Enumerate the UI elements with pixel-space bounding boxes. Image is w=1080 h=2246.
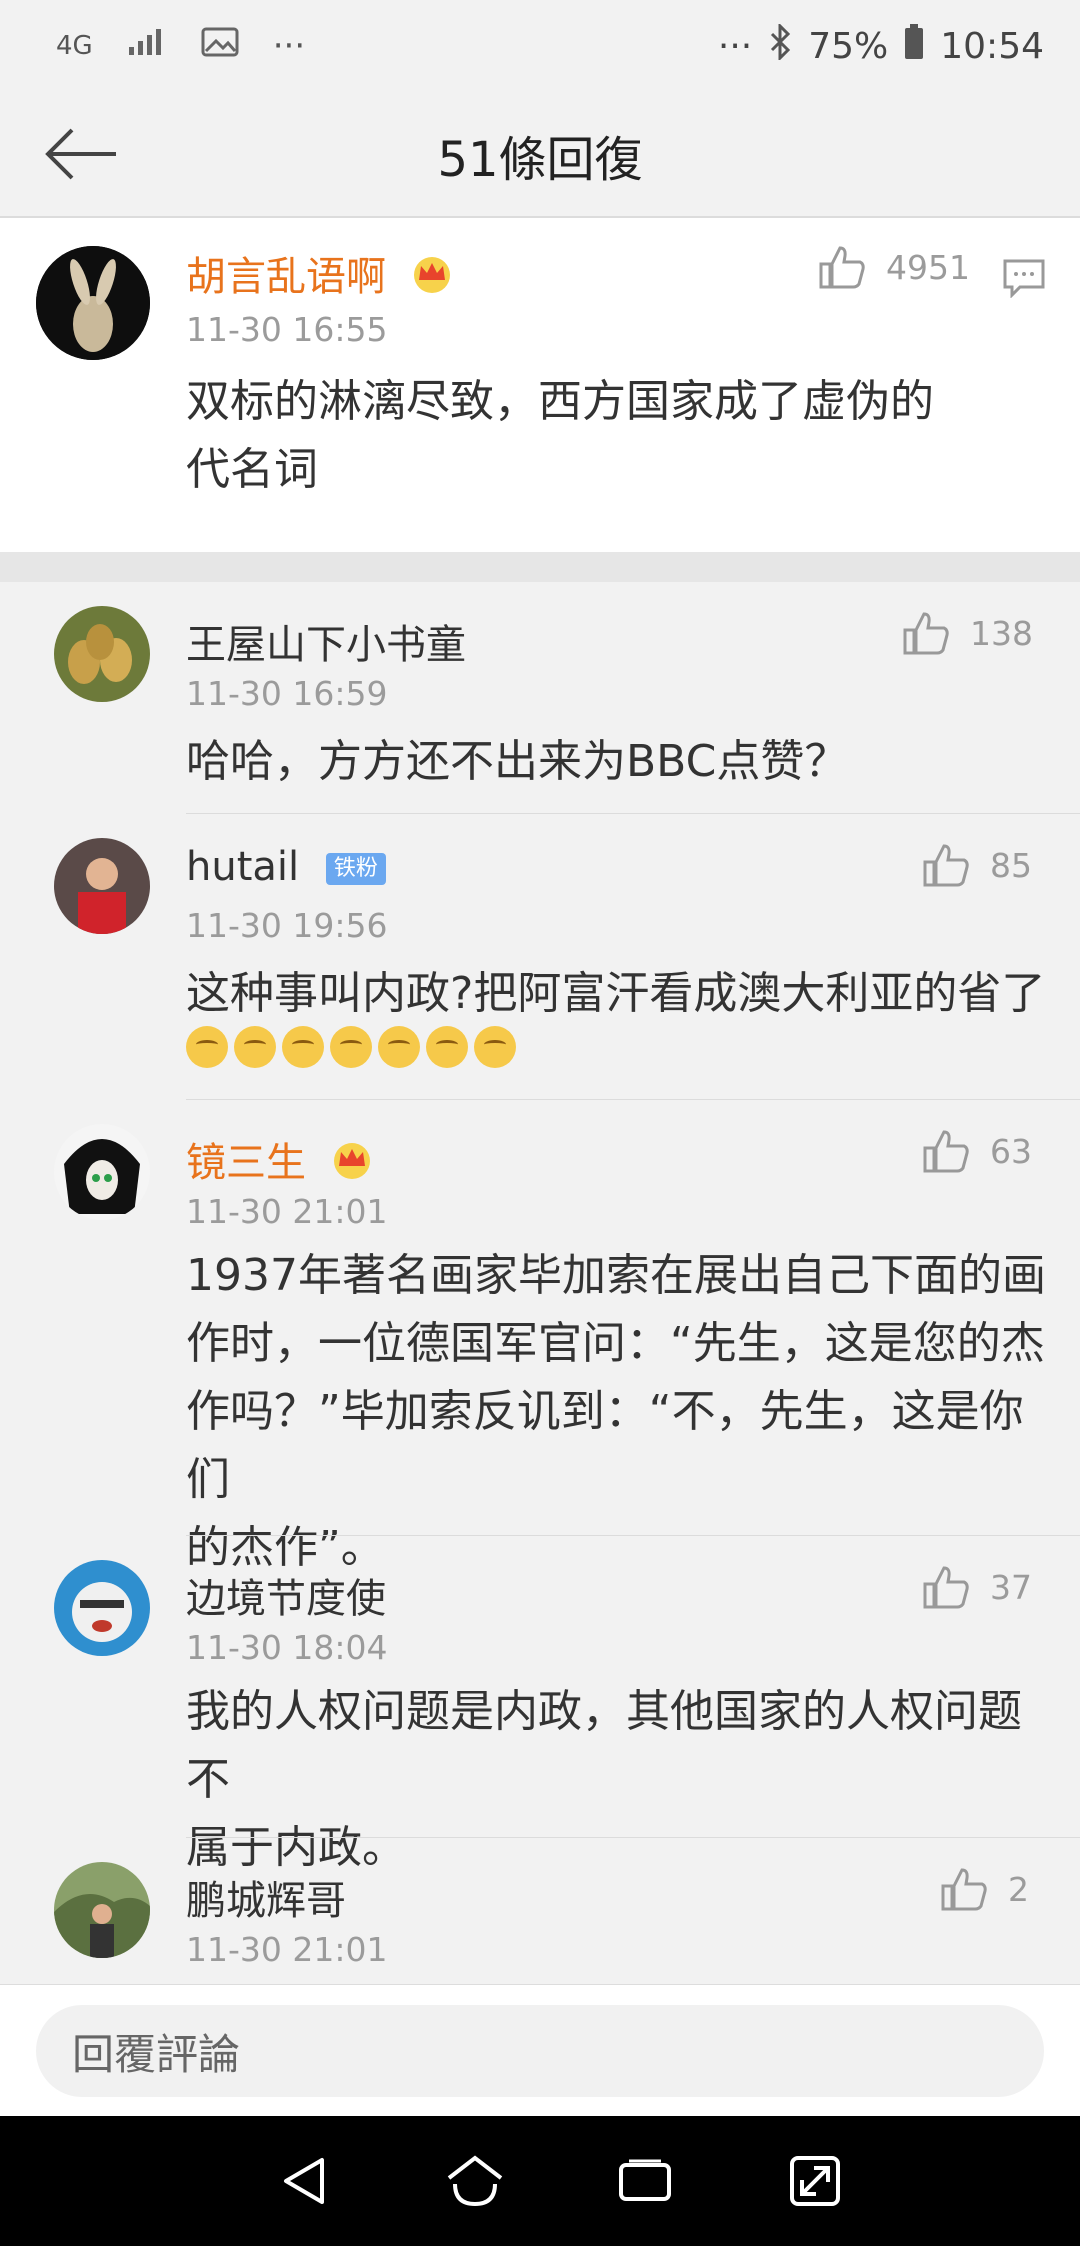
page-title: 51條回復: [437, 132, 643, 188]
comment-icon: [1003, 259, 1045, 299]
reply-time: 11-30 21:01: [186, 1192, 388, 1231]
shush-emoji-icon: [234, 1026, 276, 1068]
reply-bar: 回覆評論: [0, 1984, 1080, 2116]
like-button[interactable]: 63: [922, 1128, 1032, 1174]
system-nav-bar: [0, 2116, 1080, 2246]
like-count: 138: [970, 613, 1033, 653]
comment-button[interactable]: [1002, 258, 1046, 302]
reply-time: 11-30 19:56: [186, 906, 388, 945]
nav-back-button[interactable]: [260, 2136, 350, 2226]
clock: 10:54: [940, 25, 1044, 67]
like-button[interactable]: 37: [922, 1564, 1032, 1610]
reply-time: 11-30 16:59: [186, 674, 388, 713]
like-button[interactable]: 85: [922, 842, 1032, 888]
nav-home-button[interactable]: [430, 2136, 520, 2226]
post-time: 11-30 16:55: [186, 310, 388, 349]
thumbs-up-icon: [923, 844, 969, 887]
reply-content: 哈哈，方方还不出来为BBC点赞？: [186, 736, 849, 787]
battery-icon: [904, 23, 924, 69]
reply-item: 边境节度使 11-30 18:04 37 我的人权问题是内政，其他国家的人权问题…: [0, 1536, 1080, 1873]
shush-emoji-icon: [426, 1026, 468, 1068]
post-content-line: 代名词: [186, 444, 318, 495]
like-count: 2: [1008, 1869, 1029, 1909]
shush-emoji-icon: [330, 1026, 372, 1068]
thumbs-up-icon: [819, 246, 865, 289]
like-count: 63: [990, 1131, 1032, 1171]
shush-emoji-icon: [378, 1026, 420, 1068]
network-indicator: 4G: [56, 31, 93, 61]
image-icon: [201, 26, 239, 66]
like-count: 4951: [886, 247, 970, 287]
like-button[interactable]: 4951: [818, 244, 970, 290]
back-triangle-icon: [284, 2158, 324, 2204]
username[interactable]: 王屋山下小书童: [186, 612, 466, 670]
nav-recents-button[interactable]: [600, 2136, 690, 2226]
post-content: 双标的淋漓尽致，西方国家成了虚伪的 代名词: [186, 368, 1046, 504]
reply-content-line: 作吗？”毕加索反讥到：“不，先生，这是你们: [186, 1386, 1024, 1505]
username[interactable]: 胡言乱语啊: [186, 244, 455, 304]
expand-icon: [790, 2156, 840, 2206]
more-icon: ···: [272, 26, 306, 66]
username[interactable]: 镜三生: [186, 1130, 375, 1190]
like-button[interactable]: 138: [902, 610, 1033, 656]
thumbs-up-icon: [903, 612, 949, 655]
main-post: 胡言乱语啊 11-30 16:55 4951 双标的淋漓尽致，西方国家成了虚伪的…: [0, 218, 1080, 552]
more-dots-icon: ···: [717, 25, 753, 67]
username[interactable]: 鹏城辉哥: [186, 1868, 346, 1926]
shush-emoji-icon: [186, 1026, 228, 1068]
like-button[interactable]: 2: [940, 1866, 1029, 1912]
username[interactable]: 边境节度使: [186, 1566, 386, 1624]
reply-time: 11-30 18:04: [186, 1628, 388, 1667]
post-content-line: 双标的淋漓尽致，西方国家成了虚伪的: [186, 376, 934, 427]
avatar[interactable]: [54, 1124, 150, 1220]
recents-icon: [619, 2159, 671, 2201]
thumbs-up-icon: [923, 1130, 969, 1173]
reply-content: 这种事叫内政?把阿富汗看成澳大利亚的省了: [186, 968, 1046, 1019]
like-count: 37: [990, 1567, 1032, 1607]
reply-list: 王屋山下小书童 11-30 16:59 138 哈哈，方方还不出来为BBC点赞？…: [0, 582, 1080, 1984]
avatar[interactable]: [54, 838, 150, 934]
emoji-row: [186, 1026, 516, 1068]
username[interactable]: hutail 铁粉: [186, 844, 386, 890]
like-count: 85: [990, 845, 1032, 885]
fan-badge: 铁粉: [325, 853, 386, 885]
reply-time: 11-30 21:01: [186, 1930, 388, 1969]
status-bar: 4G ··· ··· 75% 10:54: [0, 0, 1080, 92]
vip-crown-icon: [409, 254, 455, 304]
thumbs-up-icon: [941, 1868, 987, 1911]
thumbs-up-icon: [923, 1566, 969, 1609]
vip-crown-icon: [329, 1140, 375, 1190]
section-divider: [0, 552, 1080, 582]
reply-item: 镜三生 11-30 21:01 63 1937年著名画家毕加索在展出自己下面的画…: [0, 1100, 1080, 1573]
home-icon: [447, 2155, 503, 2207]
battery-percent: 75%: [808, 25, 889, 67]
shush-emoji-icon: [474, 1026, 516, 1068]
reply-content-line: 作时，一位德国军官问：“先生，这是您的杰: [186, 1318, 1045, 1369]
avatar[interactable]: [36, 246, 150, 360]
shush-emoji-icon: [282, 1026, 324, 1068]
reply-content-line: 1937年著名画家毕加索在展出自己下面的画: [186, 1250, 1046, 1301]
header: 51條回復: [0, 92, 1080, 218]
avatar[interactable]: [54, 1560, 150, 1656]
reply-content: 1937年著名画家毕加索在展出自己下面的画 作时，一位德国军官问：“先生，这是您…: [186, 1242, 1046, 1582]
reply-item: 鹏城辉哥 11-30 21:01 2: [0, 1838, 1080, 1984]
reply-item: hutail 铁粉 11-30 19:56 85 这种事叫内政?把阿富汗看成澳大…: [0, 814, 1080, 1100]
bluetooth-icon: [768, 21, 792, 69]
avatar[interactable]: [54, 1862, 150, 1958]
reply-content-line: 我的人权问题是内政，其他国家的人权问题不: [186, 1686, 1022, 1805]
reply-input[interactable]: 回覆評論: [36, 2005, 1044, 2097]
nav-expand-button[interactable]: [770, 2136, 860, 2226]
reply-item: 王屋山下小书童 11-30 16:59 138 哈哈，方方还不出来为BBC点赞？: [0, 582, 1080, 814]
avatar[interactable]: [54, 606, 150, 702]
signal-icon: [127, 26, 167, 66]
